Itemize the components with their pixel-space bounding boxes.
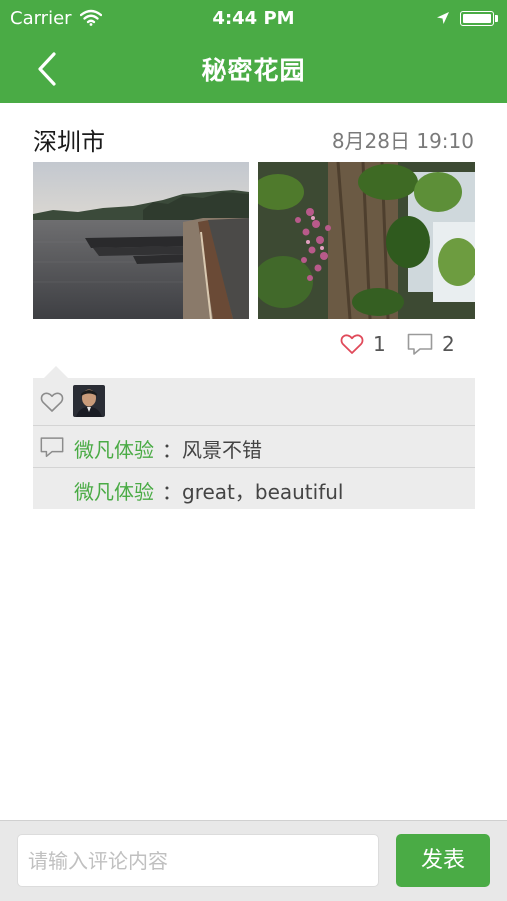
comment-outline-icon [40,437,64,458]
comment-text: ：great，beautiful [162,480,344,504]
lake-pier-image [33,162,249,319]
liker-avatar[interactable] [73,385,105,417]
battery-tip [495,15,498,22]
interaction-panel: 微凡体验 ：风景不错 微凡体验 ：great，beautiful [33,378,475,509]
status-time: 4:44 PM [212,8,295,29]
comment-count: 2 [442,332,455,356]
send-button[interactable]: 发表 [396,834,490,887]
post-location: 深圳市 [33,128,105,156]
comment-item[interactable]: 微凡体验 ：great，beautiful [33,468,475,510]
post-photo-lake[interactable] [33,162,249,319]
comment-input[interactable] [17,834,379,887]
location-arrow-icon [437,12,449,24]
heart-icon [340,334,364,354]
post-datetime: 8月28日 19:10 [331,129,474,153]
comment-composer: 发表 [0,820,507,901]
avatar-image [73,385,105,417]
comment-author[interactable]: 微凡体验 [74,434,154,463]
comment-item[interactable]: 微凡体验 ：风景不错 [33,426,475,468]
likes-row [33,378,475,425]
page-title: 秘密花园 [201,56,306,85]
comment-author[interactable]: 微凡体验 [74,476,154,505]
comment-text: ：风景不错 [162,438,262,462]
battery-icon [460,11,494,26]
heart-outline-icon [40,392,64,412]
like-count: 1 [373,332,386,356]
panel-caret [44,366,68,378]
post-photo-tree[interactable] [258,162,475,319]
tree-flower-image [258,162,475,319]
comment-icon [407,333,433,355]
app-header: Carrier 4:44 PM 秘密花园 [0,0,507,103]
status-bar: Carrier 4:44 PM [0,0,507,36]
